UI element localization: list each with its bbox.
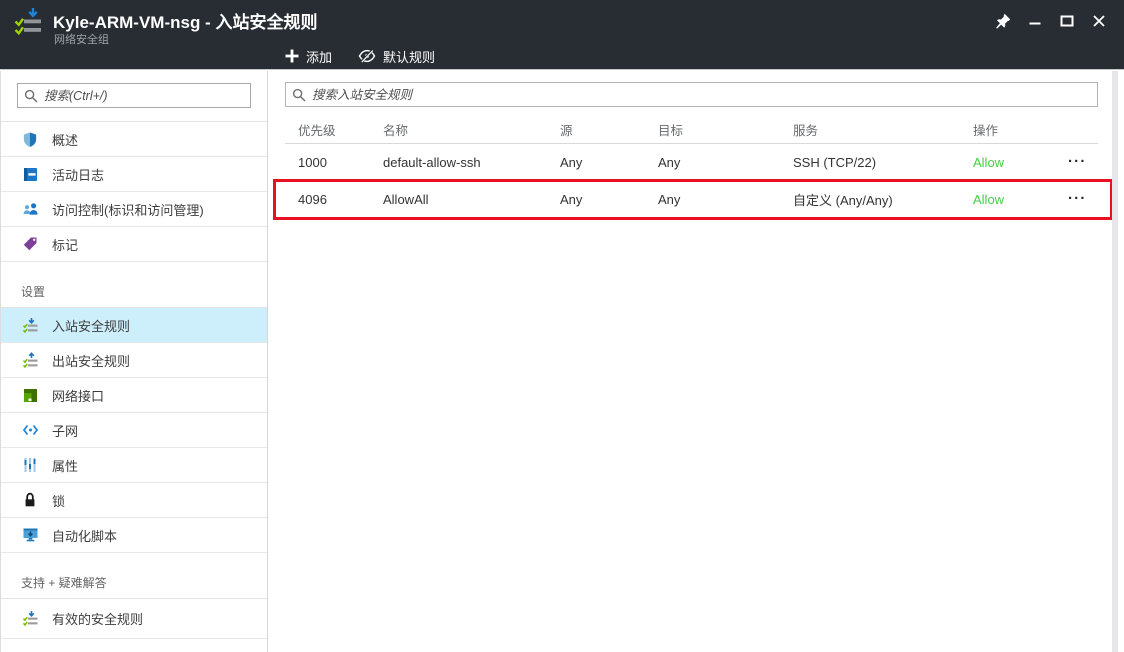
inbound-rules-content: 优先级 名称 源 目标 服务 操作 1000 default-allow-ssh… bbox=[269, 71, 1124, 652]
nav-group-settings: 设置 入站安全规则 bbox=[1, 262, 267, 553]
sidebar-item-activity-log[interactable]: 活动日志 bbox=[1, 157, 267, 192]
sidebar-item-label: 自动化脚本 bbox=[52, 526, 117, 545]
rules-search-input[interactable] bbox=[312, 83, 1095, 106]
table-header-row: 优先级 名称 源 目标 服务 操作 bbox=[285, 115, 1098, 144]
col-header-destination: 目标 bbox=[658, 120, 793, 139]
lock-icon bbox=[21, 492, 39, 509]
subnet-icon bbox=[21, 422, 39, 439]
sidebar-item-overview[interactable]: 概述 bbox=[1, 122, 267, 157]
sidebar-item-access-control[interactable]: 访问控制(标识和访问管理) bbox=[1, 192, 267, 227]
sidebar-item-label: 活动日志 bbox=[52, 165, 104, 184]
tag-icon bbox=[21, 236, 39, 253]
sidebar-item-label: 子网 bbox=[52, 421, 78, 440]
cell-service: 自定义 (Any/Any) bbox=[793, 190, 973, 209]
cell-source: Any bbox=[560, 192, 658, 207]
sidebar-search-input[interactable] bbox=[44, 84, 248, 107]
journal-icon bbox=[21, 166, 39, 183]
rules-table: 优先级 名称 源 目标 服务 操作 1000 default-allow-ssh… bbox=[285, 115, 1098, 218]
sidebar-item-automation-script[interactable]: 自动化脚本 bbox=[1, 518, 267, 553]
nav-group-label: 支持 + 疑难解答 bbox=[1, 553, 267, 598]
col-header-service: 服务 bbox=[793, 120, 973, 139]
sidebar-item-tags[interactable]: 标记 bbox=[1, 227, 267, 262]
sidebar-item-label: 网络接口 bbox=[52, 386, 104, 405]
command-bar: 添加 默认规则 bbox=[285, 42, 435, 70]
sidebar-item-label: 入站安全规则 bbox=[52, 316, 130, 335]
sidebar-item-label: 概述 bbox=[52, 130, 78, 149]
properties-icon bbox=[21, 457, 39, 474]
cell-action-allow: Allow bbox=[973, 155, 1068, 170]
page-title: Kyle-ARM-VM-nsg - 入站安全规则 bbox=[53, 8, 317, 33]
pin-icon[interactable] bbox=[992, 10, 1014, 32]
sidebar-item-label: 有效的安全规则 bbox=[52, 609, 143, 628]
nic-icon bbox=[21, 387, 39, 404]
add-rule-label: 添加 bbox=[306, 47, 332, 66]
titlebar: Kyle-ARM-VM-nsg - 入站安全规则 网络安全组 bbox=[0, 0, 1124, 70]
table-row-highlighted[interactable]: 4096 AllowAll Any Any 自定义 (Any/Any) Allo… bbox=[285, 181, 1098, 218]
inbound-rules-icon bbox=[21, 317, 39, 334]
nav-group-general: 概述 活动日志 bbox=[1, 121, 267, 262]
maximize-icon[interactable] bbox=[1056, 10, 1078, 32]
sidebar-item-locks[interactable]: 锁 bbox=[1, 483, 267, 518]
nsg-inbound-rules-icon bbox=[12, 5, 48, 41]
cell-action-allow: Allow bbox=[973, 192, 1068, 207]
sidebar-item-label: 出站安全规则 bbox=[52, 351, 130, 370]
azure-nsg-blade-window: Kyle-ARM-VM-nsg - 入站安全规则 网络安全组 bbox=[0, 0, 1124, 652]
vertical-scrollbar[interactable] bbox=[1112, 71, 1118, 652]
sidebar-item-subnets[interactable]: 子网 bbox=[1, 413, 267, 448]
cell-priority: 1000 bbox=[298, 155, 383, 170]
default-rules-label: 默认规则 bbox=[383, 47, 435, 66]
sidebar-item-properties[interactable]: 属性 bbox=[1, 448, 267, 483]
search-icon bbox=[24, 89, 38, 103]
people-icon bbox=[21, 201, 39, 218]
automation-script-icon bbox=[21, 527, 39, 544]
row-context-menu-button[interactable]: ... bbox=[1068, 190, 1098, 200]
shield-icon bbox=[21, 131, 39, 148]
cell-priority: 4096 bbox=[298, 192, 383, 207]
cell-name: default-allow-ssh bbox=[383, 155, 560, 170]
cell-destination: Any bbox=[658, 155, 793, 170]
rules-search bbox=[285, 82, 1098, 107]
effective-rules-icon bbox=[21, 610, 39, 627]
sidebar-item-outbound-rules[interactable]: 出站安全规则 bbox=[1, 343, 267, 378]
default-rules-button[interactable]: 默认规则 bbox=[358, 47, 435, 66]
eye-off-icon bbox=[358, 49, 376, 63]
add-rule-button[interactable]: 添加 bbox=[285, 47, 332, 66]
window-controls bbox=[992, 10, 1110, 32]
col-header-priority: 优先级 bbox=[298, 120, 383, 139]
cell-source: Any bbox=[560, 155, 658, 170]
row-context-menu-button[interactable]: ... bbox=[1068, 153, 1098, 163]
col-header-name: 名称 bbox=[383, 120, 560, 139]
sidebar-item-inbound-rules[interactable]: 入站安全规则 bbox=[1, 308, 267, 343]
col-header-source: 源 bbox=[560, 120, 658, 139]
sidebar-item-effective-rules[interactable]: 有效的安全规则 bbox=[1, 599, 267, 639]
cell-destination: Any bbox=[658, 192, 793, 207]
table-row[interactable]: 1000 default-allow-ssh Any Any SSH (TCP/… bbox=[285, 144, 1098, 181]
resource-menu-sidebar: 概述 活动日志 bbox=[0, 71, 268, 652]
sidebar-item-label: 锁 bbox=[52, 491, 65, 510]
sidebar-item-label: 属性 bbox=[52, 456, 78, 475]
close-icon[interactable] bbox=[1088, 10, 1110, 32]
plus-icon bbox=[285, 49, 299, 63]
sidebar-item-label: 标记 bbox=[52, 235, 78, 254]
search-icon bbox=[292, 88, 306, 102]
page-subtitle: 网络安全组 bbox=[54, 31, 109, 47]
minimize-icon[interactable] bbox=[1024, 10, 1046, 32]
cell-service: SSH (TCP/22) bbox=[793, 155, 973, 170]
nav-group-label: 设置 bbox=[1, 262, 267, 307]
cell-name: AllowAll bbox=[383, 192, 560, 207]
outbound-rules-icon bbox=[21, 352, 39, 369]
sidebar-item-network-interfaces[interactable]: 网络接口 bbox=[1, 378, 267, 413]
sidebar-item-label: 访问控制(标识和访问管理) bbox=[52, 200, 204, 219]
col-header-action: 操作 bbox=[973, 120, 1068, 139]
nav-group-support: 支持 + 疑难解答 有效的安全规则 bbox=[1, 553, 267, 639]
sidebar-search bbox=[17, 83, 251, 108]
